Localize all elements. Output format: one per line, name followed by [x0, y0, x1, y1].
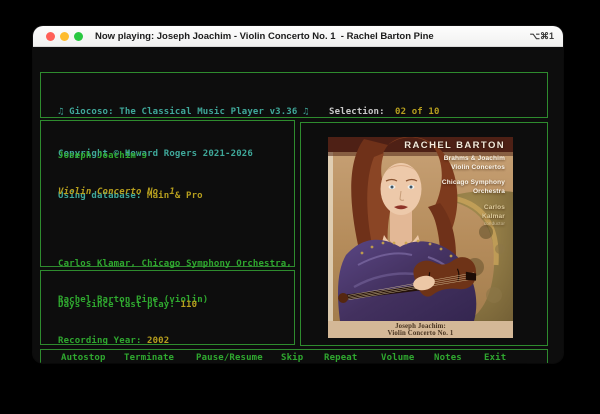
album-works-line-1: Brahms & Joachim — [442, 155, 505, 164]
header-box: ♫ Giocoso: The Classical Music Player v3… — [40, 72, 548, 118]
detail-value: 2002 — [142, 336, 170, 346]
album-credits: Brahms & Joachim Violin Concertos Chicag… — [442, 155, 505, 227]
window-title: Now playing: Joseph Joachim - Violin Con… — [95, 26, 434, 47]
minimize-window-button[interactable] — [60, 32, 69, 41]
album-caption-line-2: Violin Concerto No. 1 — [328, 330, 513, 338]
terminal-area: ♫ Giocoso: The Classical Music Player v3… — [33, 47, 563, 363]
performers-line-1: Carlos Klamar, Chicago Symphony Orchestr… — [58, 258, 292, 270]
album-caption-line-1: Joseph Joachim: — [328, 323, 513, 331]
spacer — [58, 222, 292, 234]
album-cover: RACHEL BARTON Brahms & Joachim Violin Co… — [328, 137, 513, 338]
desktop-background: Now playing: Joseph Joachim - Violin Con… — [0, 0, 600, 414]
album-orchestra-line-1: Chicago Symphony — [442, 179, 505, 188]
menu-item-terminate[interactable]: Terminate — [124, 350, 174, 363]
detail-row: Days since last play:110 — [58, 299, 219, 311]
album-caption: Joseph Joachim: Violin Concerto No. 1 — [328, 321, 513, 338]
giocoso-window: Now playing: Joseph Joachim - Violin Con… — [33, 26, 563, 363]
now-playing-box: Joseph Joachim's Violin Concerto No. 1 C… — [40, 120, 295, 267]
detail-label: Days since last play: — [58, 300, 175, 310]
window-titlebar[interactable]: Now playing: Joseph Joachim - Violin Con… — [33, 26, 563, 47]
work-title: Violin Concerto No. 1 — [58, 186, 292, 198]
spacer — [442, 196, 505, 204]
traffic-lights — [46, 26, 83, 47]
detail-label: Recording Year: — [58, 336, 142, 346]
selection-label: Selection: — [329, 105, 395, 119]
menu-item-pause-resume[interactable]: Pause/Resume — [196, 350, 263, 363]
menu-item-repeat[interactable]: Repeat — [324, 350, 357, 363]
app-title: ♫ Giocoso: The Classical Music Player v3… — [58, 105, 309, 119]
album-orchestra-line-2: Orchestra — [442, 188, 505, 197]
composer-line: Joseph Joachim's — [58, 150, 292, 162]
spacer — [442, 172, 505, 179]
album-artist-name: RACHEL BARTON — [404, 140, 505, 151]
album-conductor-last-name: Kalmar — [442, 213, 505, 222]
selection-value: 02 of 10 — [395, 107, 440, 117]
menu-item-exit[interactable]: Exit — [484, 350, 506, 363]
window-shortcut-badge: ⌥⌘1 — [530, 26, 554, 47]
album-conductor-role: conductor — [442, 221, 505, 227]
status-row: Selection:02 of 10 — [329, 105, 506, 119]
track-details-box: Days since last play:110 Recording Year:… — [40, 270, 295, 345]
command-menu-box: Autostop Terminate Pause/Resume Skip Rep… — [40, 349, 548, 363]
detail-row: Recording Year:2002 — [58, 335, 219, 347]
zoom-window-button[interactable] — [74, 32, 83, 41]
detail-value: 110 — [175, 300, 197, 310]
close-window-button[interactable] — [46, 32, 55, 41]
album-art-box: RACHEL BARTON Brahms & Joachim Violin Co… — [300, 122, 548, 346]
menu-item-notes[interactable]: Notes — [434, 350, 462, 363]
menu-item-skip[interactable]: Skip — [281, 350, 303, 363]
album-works-line-2: Violin Concertos — [442, 164, 505, 173]
menu-item-volume[interactable]: Volume — [381, 350, 414, 363]
menu-item-autostop[interactable]: Autostop — [61, 350, 106, 363]
album-conductor-first-name: Carlos — [442, 204, 505, 213]
